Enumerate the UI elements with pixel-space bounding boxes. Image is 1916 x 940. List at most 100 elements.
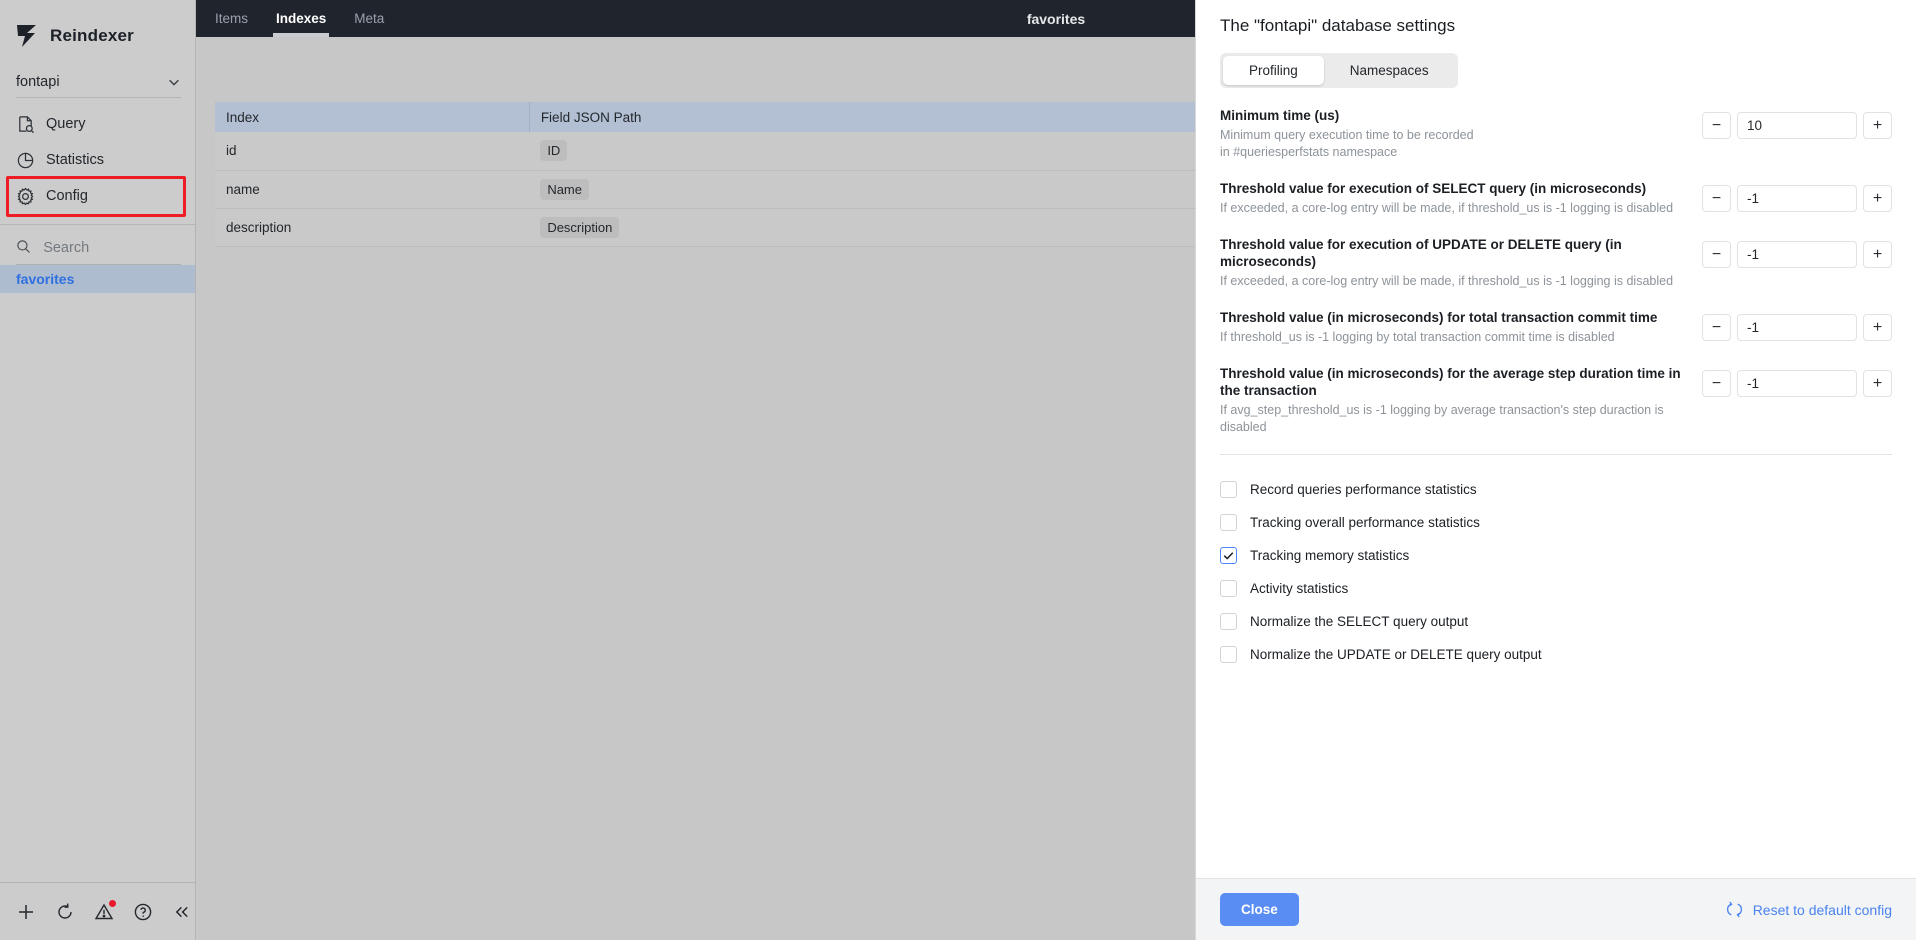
increment-button[interactable]: + (1863, 370, 1892, 397)
sidebar-item-label: Config (46, 188, 88, 204)
decrement-button[interactable]: − (1702, 314, 1731, 341)
help-icon[interactable] (133, 902, 153, 922)
setting-text: Threshold value for execution of UPDATE … (1220, 235, 1690, 290)
checkbox-box[interactable] (1220, 580, 1237, 597)
modal-tab-group: Profiling Namespaces (1220, 53, 1458, 88)
json-path-pill: Description (540, 216, 620, 238)
value-input[interactable] (1737, 314, 1857, 341)
increment-button[interactable]: + (1863, 185, 1892, 212)
database-name: fontapi (16, 73, 60, 90)
setting-label: Minimum time (us) (1220, 108, 1340, 123)
json-path-pill: Name (540, 178, 589, 200)
setting-text: Threshold value (in microseconds) for to… (1220, 308, 1690, 346)
add-icon[interactable] (16, 902, 36, 922)
modal-header: The "fontapi" database settings Profilin… (1196, 0, 1916, 88)
checkbox-tracking-memory-statistics[interactable]: Tracking memory statistics (1220, 539, 1892, 572)
setting-text: Threshold value (in microseconds) for th… (1220, 364, 1690, 436)
modal-title: The "fontapi" database settings (1220, 16, 1456, 35)
increment-button[interactable]: + (1863, 112, 1892, 139)
sidebar-item-statistics[interactable]: Statistics (0, 142, 195, 178)
tab-items[interactable]: Items (215, 0, 248, 37)
setting-update-delete-threshold: Threshold value for execution of UPDATE … (1220, 235, 1892, 290)
quantity-stepper: − + (1702, 179, 1892, 212)
reset-label: Reset to default config (1752, 901, 1892, 918)
warning-icon[interactable] (94, 899, 116, 922)
modal-footer: Close Reset to default config (1196, 878, 1916, 940)
increment-button[interactable]: + (1863, 241, 1892, 268)
pie-chart-icon (16, 151, 35, 170)
reset-to-default-config-link[interactable]: Reset to default config (1725, 900, 1892, 919)
namespace-label: favorites (16, 271, 75, 287)
sidebar-item-label: Statistics (46, 152, 105, 168)
checkbox-box[interactable] (1220, 646, 1237, 663)
setting-text: Minimum time (us) Minimum query executio… (1220, 106, 1690, 161)
namespace-search[interactable] (16, 231, 181, 265)
database-selector[interactable]: fontapi (16, 66, 181, 98)
setting-commit-threshold: Threshold value (in microseconds) for to… (1220, 308, 1892, 346)
sidebar-item-config[interactable]: Config (0, 176, 195, 217)
increment-button[interactable]: + (1863, 314, 1892, 341)
value-input[interactable] (1737, 112, 1857, 139)
cell-index: description (215, 208, 530, 247)
database-settings-modal: The "fontapi" database settings Profilin… (1195, 0, 1916, 940)
decrement-button[interactable]: − (1702, 370, 1731, 397)
namespace-item-favorites[interactable]: favorites (0, 265, 195, 293)
tab-meta[interactable]: Meta (354, 0, 384, 37)
tab-profiling[interactable]: Profiling (1223, 56, 1324, 85)
checkbox-box[interactable] (1220, 514, 1237, 531)
cell-index: id (215, 132, 530, 171)
checkbox-activity-statistics[interactable]: Activity statistics (1220, 572, 1892, 605)
decrement-button[interactable]: − (1702, 241, 1731, 268)
brand-label: Reindexer (50, 26, 135, 45)
checkbox-normalize-select-query-output[interactable]: Normalize the SELECT query output (1220, 605, 1892, 638)
close-button[interactable]: Close (1220, 893, 1299, 926)
setting-label: Threshold value for execution of SELECT … (1220, 181, 1647, 196)
setting-label: Threshold value for execution of UPDATE … (1220, 237, 1622, 269)
checkbox-tracking-overall-performance-statistics[interactable]: Tracking overall performance statistics (1220, 506, 1892, 539)
setting-avg-step-threshold: Threshold value (in microseconds) for th… (1220, 364, 1892, 436)
reindexer-logo-icon (16, 24, 42, 48)
settings-divider (1220, 454, 1892, 455)
collapse-sidebar-icon[interactable] (172, 902, 192, 922)
value-input[interactable] (1737, 370, 1857, 397)
decrement-button[interactable]: − (1702, 185, 1731, 212)
checkbox-label: Tracking memory statistics (1250, 548, 1410, 563)
search-icon (16, 239, 31, 257)
sidebar-nav: Query Statistics Config (0, 106, 195, 217)
column-header-index[interactable]: Index (215, 102, 530, 132)
checkbox-label: Activity statistics (1250, 581, 1349, 596)
checkbox-label: Normalize the UPDATE or DELETE query out… (1250, 647, 1542, 662)
value-input[interactable] (1737, 185, 1857, 212)
tab-namespaces[interactable]: Namespaces (1324, 56, 1455, 85)
quantity-stepper: − + (1702, 364, 1892, 397)
decrement-button[interactable]: − (1702, 112, 1731, 139)
checkbox-label: Record queries performance statistics (1250, 482, 1477, 497)
setting-hint: If avg_step_threshold_us is -1 logging b… (1220, 403, 1664, 434)
tab-label: Indexes (276, 11, 327, 26)
quantity-stepper: − + (1702, 106, 1892, 139)
setting-hint: If exceeded, a core-log entry will be ma… (1220, 201, 1674, 215)
tab-label: Meta (354, 11, 385, 26)
checkbox-box[interactable] (1220, 613, 1237, 630)
sidebar-divider (0, 224, 195, 225)
value-input[interactable] (1737, 241, 1857, 268)
setting-label: Threshold value (in microseconds) for th… (1220, 366, 1681, 398)
checkbox-box[interactable] (1220, 481, 1237, 498)
checkbox-box[interactable] (1220, 547, 1237, 564)
setting-hint: If threshold_us is -1 logging by total t… (1220, 330, 1615, 344)
modal-body: Minimum time (us) Minimum query executio… (1196, 88, 1916, 878)
sidebar-item-query[interactable]: Query (0, 106, 195, 142)
checkbox-normalize-update-delete-query-output[interactable]: Normalize the UPDATE or DELETE query out… (1220, 638, 1892, 671)
setting-text: Threshold value for execution of SELECT … (1220, 179, 1690, 217)
query-document-icon (16, 115, 35, 134)
setting-select-threshold: Threshold value for execution of SELECT … (1220, 179, 1892, 217)
search-input[interactable] (41, 238, 181, 257)
cell-index: name (215, 170, 530, 209)
setting-hint: If exceeded, a core-log entry will be ma… (1220, 274, 1674, 288)
checkbox-record-queries-performance-statistics[interactable]: Record queries performance statistics (1220, 473, 1892, 506)
reset-circular-arrows-icon (1725, 900, 1744, 919)
tab-indexes[interactable]: Indexes (272, 0, 330, 37)
setting-minimum-time: Minimum time (us) Minimum query executio… (1220, 106, 1892, 161)
refresh-icon[interactable] (55, 902, 75, 922)
app-root: Reindexer fontapi Query Statistics Confi… (0, 0, 1916, 940)
